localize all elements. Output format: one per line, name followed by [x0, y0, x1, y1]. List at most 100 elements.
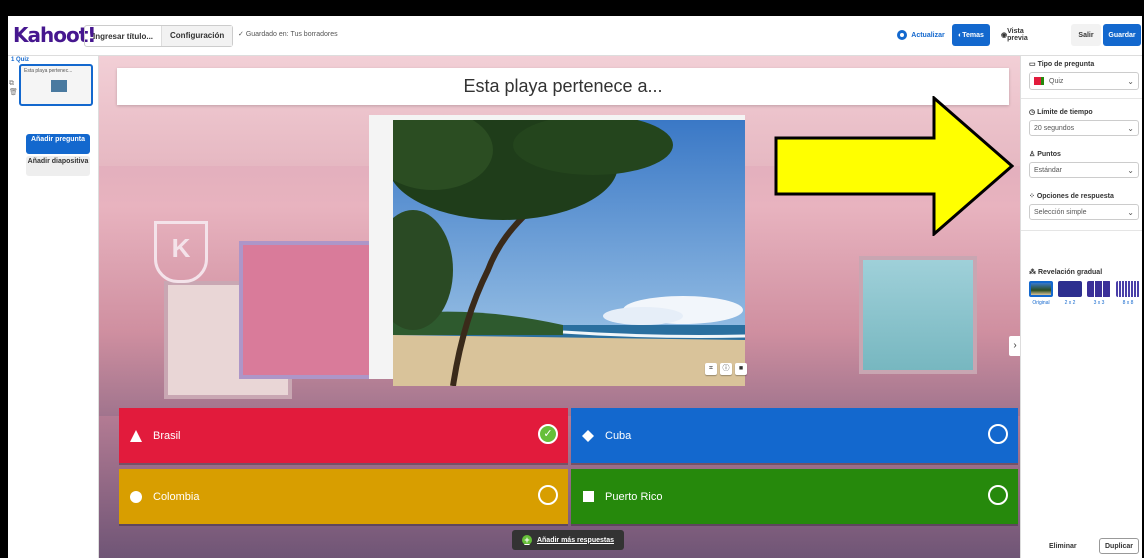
- reveal-swatch: [1029, 281, 1053, 297]
- chevron-right-icon[interactable]: ›: [1009, 336, 1020, 356]
- background-screen: [239, 241, 377, 379]
- correct-check-icon[interactable]: ✓: [538, 424, 558, 444]
- chevron-down-icon: ⌄: [1127, 166, 1134, 175]
- reveal-option-label: 2 x 2: [1064, 300, 1076, 306]
- title-input[interactable]: Ingresar título...: [85, 32, 161, 41]
- themes-button[interactable]: ◐ Temas: [952, 24, 990, 46]
- time-limit-select[interactable]: 20 segundos ⌄: [1029, 120, 1139, 136]
- reveal-option-label: 3 x 3: [1093, 300, 1105, 306]
- app-window: Kahoot! Ingresar título... Configuración…: [8, 16, 1142, 558]
- points-label: ♙ Puntos: [1029, 150, 1061, 158]
- correct-toggle-circle[interactable]: [538, 485, 558, 505]
- answer-options-select[interactable]: Selección simple ⌄: [1029, 204, 1139, 220]
- slide-thumbnail-text: Esta playa pertenec...: [24, 68, 73, 74]
- slide-actions: ⧉ 🗑: [9, 80, 18, 96]
- slide-number-label: 1 Quiz: [11, 57, 30, 63]
- triangle-icon: [129, 429, 143, 443]
- title-input-group[interactable]: Ingresar título... Configuración: [84, 25, 234, 47]
- reveal-options: Original 2 x 2 3 x 3 8 x 8: [1029, 281, 1140, 306]
- duplicate-icon[interactable]: ⧉: [9, 80, 18, 88]
- add-more-answers-button[interactable]: + Añadir más respuestas: [512, 530, 624, 550]
- media-toolbar: ⌗ ⓘ ■: [705, 363, 747, 375]
- answer-options-icon: ⁘: [1029, 193, 1037, 200]
- answer-options-value: Selección simple: [1034, 209, 1087, 216]
- update-label: Actualizar: [911, 31, 945, 39]
- top-bar: Kahoot! Ingresar título... Configuración…: [8, 16, 1142, 56]
- divider: [1021, 98, 1142, 99]
- delete-button[interactable]: Eliminar: [1049, 543, 1077, 550]
- answer-option-1[interactable]: Brasil ✓: [119, 408, 568, 463]
- chevron-down-icon: ⌄: [1127, 208, 1134, 217]
- beach-photo: [393, 120, 745, 386]
- background-k-emblem: K: [154, 221, 208, 283]
- slide-thumbnail-image: [51, 80, 67, 92]
- update-icon: [897, 30, 908, 40]
- reveal-option-original[interactable]: Original: [1029, 281, 1053, 306]
- quiz-icon: [1034, 77, 1044, 86]
- reveal-label: ⁂ Revelación gradual: [1029, 268, 1102, 276]
- slide-thumbnail[interactable]: Esta playa pertenec...: [19, 64, 93, 106]
- answer-option-2[interactable]: Cuba: [571, 408, 1018, 463]
- question-canvas: K Esta playa pertenece a... ⌗ ⓘ ■ Brasil…: [99, 56, 1020, 558]
- answer-options-label: ⁘ Opciones de respuesta: [1029, 192, 1114, 200]
- info-icon[interactable]: ⓘ: [720, 363, 732, 375]
- preview-label: Vista previa: [1007, 28, 1028, 42]
- question-type-select[interactable]: Quiz ⌄: [1029, 72, 1139, 90]
- correct-toggle-circle[interactable]: [988, 485, 1008, 505]
- save-status-text: Guardado en: Tus borradores: [245, 31, 338, 38]
- time-limit-label-text: Límite de tiempo: [1037, 109, 1093, 116]
- trash-icon[interactable]: ■: [735, 363, 747, 375]
- save-button[interactable]: Guardar: [1103, 24, 1141, 46]
- answer-options-label-text: Opciones de respuesta: [1036, 193, 1114, 200]
- square-icon: [581, 490, 595, 504]
- time-limit-value: 20 segundos: [1034, 125, 1075, 132]
- slides-sidebar: 1 Quiz ⧉ 🗑 Esta playa pertenec... Añadir …: [8, 56, 99, 558]
- answer-option-4[interactable]: Puerto Rico: [571, 469, 1018, 524]
- clock-icon: ◷: [1029, 109, 1038, 116]
- answer-option-3[interactable]: Colombia: [119, 469, 568, 524]
- reveal-option-3x3[interactable]: 3 x 3: [1087, 281, 1111, 306]
- reveal-label-text: Revelación gradual: [1037, 269, 1103, 276]
- background-window: [859, 256, 977, 374]
- save-status: ✓ Guardado en: Tus borradores: [238, 30, 338, 38]
- add-question-button[interactable]: Añadir pregunta: [26, 134, 90, 154]
- divider: [1021, 230, 1142, 231]
- add-slide-button[interactable]: Añadir diapositiva: [26, 156, 90, 176]
- check-icon: ✓: [238, 31, 246, 38]
- points-select[interactable]: Estándar ⌄: [1029, 162, 1139, 178]
- question-type-label: ▭ Tipo de pregunta: [1029, 60, 1094, 68]
- circle-icon: [129, 490, 143, 504]
- duplicate-button[interactable]: Duplicar: [1099, 538, 1139, 554]
- reveal-option-label: 8 x 8: [1122, 300, 1134, 306]
- points-icon: ♙: [1029, 151, 1038, 158]
- reveal-swatch: [1058, 281, 1082, 297]
- add-more-answers-label: Añadir más respuestas: [536, 536, 615, 544]
- points-value: Estándar: [1034, 167, 1063, 174]
- reveal-icon: ⁂: [1029, 269, 1038, 276]
- themes-label: Temas: [962, 31, 984, 39]
- media-frame[interactable]: ⌗ ⓘ ■: [369, 115, 747, 386]
- diamond-icon: [581, 429, 595, 443]
- question-type-label-text: Tipo de pregunta: [1037, 61, 1095, 68]
- preview-button[interactable]: ◉ Vista previa: [1001, 24, 1045, 46]
- reveal-option-2x2[interactable]: 2 x 2: [1058, 281, 1082, 306]
- question-type-value: Quiz: [1049, 78, 1064, 85]
- reveal-option-8x8[interactable]: 8 x 8: [1116, 281, 1140, 306]
- answer-text[interactable]: Puerto Rico: [605, 491, 662, 503]
- time-limit-label: ◷ Límite de tiempo: [1029, 108, 1093, 116]
- answer-text[interactable]: Colombia: [153, 491, 199, 503]
- correct-toggle-circle[interactable]: [988, 424, 1008, 444]
- annotation-arrow: [774, 96, 1014, 236]
- answer-text[interactable]: Cuba: [605, 430, 631, 442]
- question-settings-panel: ▭ Tipo de pregunta Quiz ⌄ ◷ Límite de tie…: [1020, 56, 1142, 558]
- trash-icon[interactable]: 🗑: [9, 88, 18, 96]
- crop-icon[interactable]: ⌗: [705, 363, 717, 375]
- chevron-down-icon: ⌄: [1127, 77, 1134, 86]
- exit-button[interactable]: Salir: [1071, 24, 1101, 46]
- chevron-down-icon: ⌄: [1127, 124, 1134, 133]
- question-type-icon: ▭: [1029, 61, 1038, 68]
- answer-text[interactable]: Brasil: [153, 430, 181, 442]
- reveal-option-label: Original: [1032, 300, 1050, 306]
- update-button[interactable]: Actualizar: [892, 24, 950, 46]
- settings-button[interactable]: Configuración: [161, 26, 233, 46]
